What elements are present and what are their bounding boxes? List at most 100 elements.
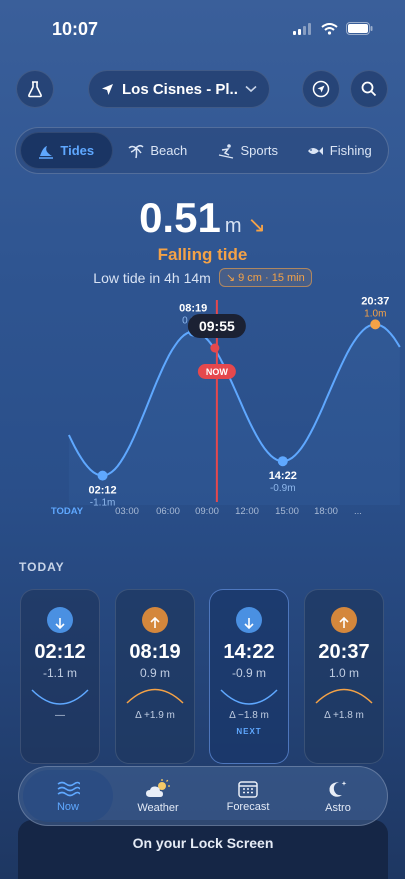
status-time: 10:07 bbox=[52, 19, 99, 39]
today-title: TODAY bbox=[19, 560, 65, 574]
current-height: 0.51 m ↘ bbox=[0, 194, 405, 242]
tab-label: Sports bbox=[240, 143, 279, 158]
x-tick-label: 09:00 bbox=[195, 506, 219, 517]
signal-icon bbox=[293, 22, 311, 35]
nav-astro[interactable]: Astro bbox=[293, 770, 383, 822]
nav-weather[interactable]: Weather bbox=[113, 770, 203, 822]
card-diff: Δ +1.8 m bbox=[324, 710, 364, 721]
fish-icon bbox=[307, 146, 323, 155]
card-diff: — bbox=[55, 710, 65, 721]
palm-icon bbox=[128, 144, 144, 158]
card-time: 20:37 bbox=[318, 641, 370, 663]
x-tick-label: 03:00 bbox=[115, 506, 139, 517]
high-tide-icon bbox=[142, 607, 168, 633]
nav-label: Astro bbox=[325, 801, 351, 814]
tide-card[interactable]: 20:37 1.0 m Δ +1.8 m bbox=[304, 589, 384, 764]
current-point bbox=[210, 343, 220, 353]
nav-label: Forecast bbox=[226, 800, 270, 813]
status-bar: 10:07 bbox=[0, 0, 405, 60]
height-value: 0.51 bbox=[139, 194, 221, 241]
card-diff: Δ +1.9 m bbox=[135, 710, 175, 721]
high-tide-icon bbox=[331, 607, 357, 633]
search-button[interactable] bbox=[350, 70, 388, 108]
mode-tabs: Tides Beach Sports Fishing bbox=[15, 127, 389, 174]
card-time: 14:22 bbox=[223, 641, 275, 663]
tab-beach[interactable]: Beach bbox=[113, 132, 204, 169]
tide-chart[interactable]: 02:12-1.1m08:190.9m14:22-0.9m20:371.0m09… bbox=[0, 290, 405, 530]
ski-icon bbox=[219, 143, 234, 159]
lock-screen-banner[interactable]: On your Lock Screen bbox=[18, 820, 388, 879]
x-tick-label: TODAY bbox=[51, 506, 84, 517]
next-tide-row: Low tide in 4h 14m ↘ 9 cm · 15 min bbox=[0, 268, 405, 287]
lab-button[interactable] bbox=[16, 70, 54, 108]
x-tick-label: 12:00 bbox=[235, 506, 259, 517]
nav-forecast[interactable]: Forecast bbox=[203, 770, 293, 822]
card-diff: Δ −1.8 m bbox=[229, 710, 269, 721]
x-tick-label: 15:00 bbox=[275, 506, 299, 517]
next-tide-text: Low tide in 4h 14m bbox=[93, 269, 211, 286]
nav-now[interactable]: Now bbox=[23, 770, 113, 822]
tab-label: Tides bbox=[60, 143, 95, 158]
x-tick-label: ... bbox=[354, 506, 362, 517]
low-tide-icon bbox=[236, 607, 262, 633]
tab-label: Beach bbox=[150, 143, 188, 158]
wave-icon bbox=[39, 145, 54, 159]
compass-icon bbox=[312, 80, 330, 98]
card-time: 02:12 bbox=[34, 641, 86, 663]
location-arrow-icon bbox=[102, 83, 113, 95]
status-icons bbox=[293, 22, 373, 35]
extreme-height-label: -1.1m bbox=[90, 498, 116, 509]
extreme-time-label: 20:37 bbox=[361, 295, 389, 307]
card-height: 0.9 m bbox=[139, 666, 170, 680]
extreme-time-label: 14:22 bbox=[269, 470, 297, 482]
trough-curve-icon bbox=[220, 689, 278, 705]
waves-icon bbox=[57, 781, 80, 796]
cloud-sun-icon bbox=[146, 778, 170, 797]
search-icon bbox=[361, 81, 377, 97]
crest-curve-icon bbox=[315, 688, 373, 704]
trend-arrow-icon: ↘ bbox=[247, 212, 266, 237]
next-label: NEXT bbox=[236, 727, 262, 736]
high-tide-point bbox=[370, 319, 381, 330]
tide-area bbox=[68, 324, 400, 505]
tab-sports[interactable]: Sports bbox=[203, 132, 294, 169]
low-tide-point bbox=[277, 456, 288, 467]
card-height: 1.0 m bbox=[328, 666, 359, 680]
height-unit: m bbox=[224, 215, 242, 237]
tab-fishing[interactable]: Fishing bbox=[294, 132, 385, 169]
tide-cards: 02:12 -1.1 m — 08:19 0.9 m Δ +1.9 m 14:2… bbox=[20, 589, 386, 764]
change-badge: ↘ 9 cm · 15 min bbox=[218, 268, 312, 287]
card-time: 08:19 bbox=[129, 641, 181, 663]
low-tide-icon bbox=[47, 607, 73, 633]
extreme-height-label: -0.9m bbox=[270, 483, 296, 494]
card-height: -1.1 m bbox=[42, 666, 77, 680]
x-tick-label: 18:00 bbox=[314, 506, 338, 517]
locate-button[interactable] bbox=[302, 70, 340, 108]
extreme-time-label: 08:19 bbox=[179, 303, 207, 315]
cursor-time: 09:55 bbox=[199, 318, 235, 334]
now-label: NOW bbox=[206, 367, 229, 377]
tide-card-next[interactable]: 14:22 -0.9 m Δ −1.8 m NEXT bbox=[209, 589, 289, 764]
tab-tides[interactable]: Tides bbox=[20, 132, 113, 169]
top-bar: Los Cisnes - Pl... bbox=[0, 70, 405, 108]
tide-card[interactable]: 08:19 0.9 m Δ +1.9 m bbox=[115, 589, 195, 764]
extreme-height-label: 1.0m bbox=[364, 308, 386, 319]
card-height: -0.9 m bbox=[231, 666, 266, 680]
battery-icon bbox=[346, 22, 373, 35]
calendar-icon bbox=[238, 780, 258, 798]
location-selector[interactable]: Los Cisnes - Pl... bbox=[88, 70, 270, 108]
tab-label: Fishing bbox=[329, 143, 372, 158]
extreme-time-label: 02:12 bbox=[89, 485, 117, 497]
tide-card[interactable]: 02:12 -1.1 m — bbox=[20, 589, 100, 764]
flask-icon bbox=[28, 81, 42, 98]
trough-curve-icon bbox=[31, 689, 89, 705]
nav-label: Weather bbox=[137, 801, 179, 814]
bottom-nav: Now Weather Forecast Astro bbox=[18, 766, 388, 826]
chevron-down-icon bbox=[245, 85, 257, 93]
moon-stars-icon bbox=[329, 780, 347, 797]
x-tick-label: 06:00 bbox=[156, 506, 180, 517]
tide-state: Falling tide bbox=[157, 245, 248, 264]
nav-label: Now bbox=[56, 800, 79, 813]
wifi-icon bbox=[321, 22, 338, 35]
location-name: Los Cisnes - Pl... bbox=[122, 80, 237, 98]
